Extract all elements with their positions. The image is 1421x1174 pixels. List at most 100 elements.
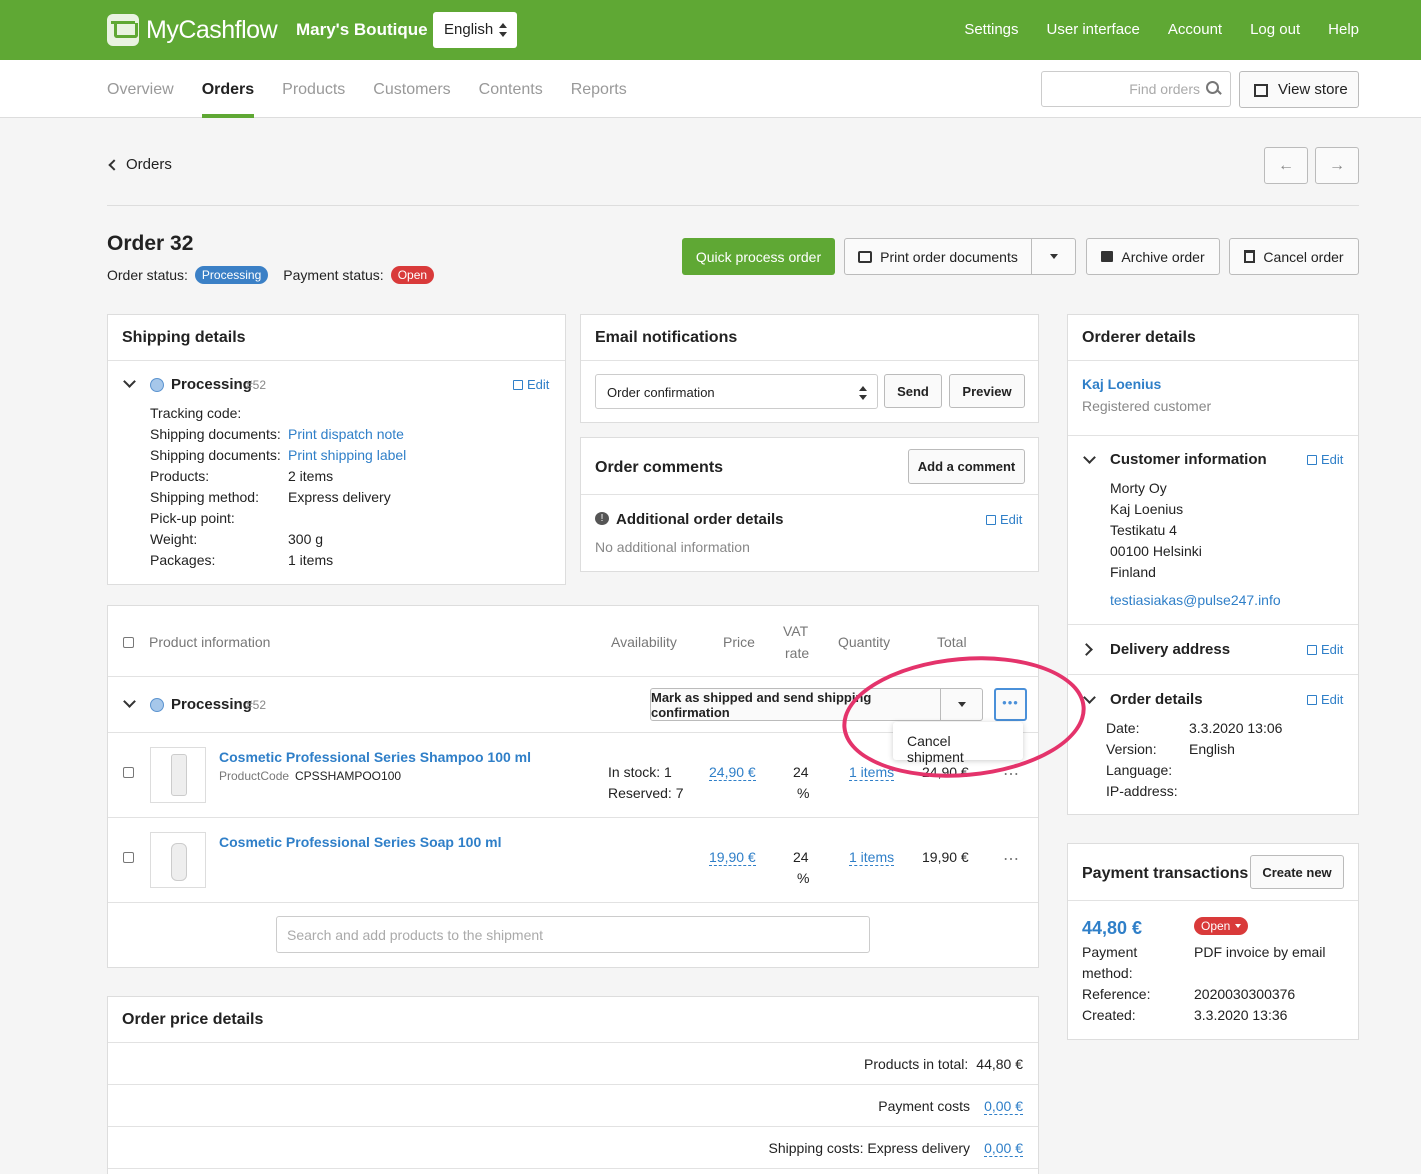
nav-account[interactable]: Account bbox=[1168, 21, 1222, 38]
print-documents-dropdown[interactable] bbox=[1031, 238, 1076, 275]
ip-address-label: IP-address: bbox=[1106, 783, 1178, 799]
edit-icon bbox=[1307, 454, 1317, 465]
tab-overview[interactable]: Overview bbox=[107, 60, 174, 118]
row-checkbox[interactable] bbox=[123, 767, 134, 778]
preview-button[interactable]: Preview bbox=[949, 374, 1025, 408]
tracking-label: Tracking code: bbox=[150, 405, 242, 421]
find-orders-input[interactable] bbox=[1050, 81, 1200, 97]
price-link[interactable]: 24,90 € bbox=[709, 764, 756, 781]
customer-email-link[interactable]: testiasiakas@pulse247.info bbox=[1110, 592, 1281, 608]
trash-icon bbox=[1244, 250, 1256, 263]
address-line: Testikatu 4 bbox=[1110, 522, 1177, 538]
mark-shipped-button[interactable]: Mark as shipped and send shipping confir… bbox=[650, 688, 941, 721]
chevron-right-icon[interactable] bbox=[1080, 643, 1093, 656]
add-comment-button[interactable]: Add a comment bbox=[908, 449, 1025, 484]
create-new-button[interactable]: Create new bbox=[1250, 855, 1344, 889]
edit-additional-details-link[interactable]: Edit bbox=[986, 512, 1022, 527]
packages-label: Packages: bbox=[150, 552, 216, 568]
main-nav: Overview Orders Products Customers Conte… bbox=[0, 60, 1421, 118]
row-more-icon[interactable]: ⋯ bbox=[1003, 849, 1020, 869]
chevron-down-icon[interactable] bbox=[123, 375, 136, 388]
logo[interactable]: MyCashflow bbox=[107, 14, 278, 46]
payment-status-dropdown[interactable]: Open bbox=[1194, 917, 1249, 935]
cancel-shipment-menu-item[interactable]: Cancel shipment bbox=[893, 722, 1023, 765]
chevron-down-icon[interactable] bbox=[1083, 451, 1096, 464]
top-nav: Settings User interface Account Log out … bbox=[964, 21, 1359, 38]
shipment-state: Processing bbox=[171, 696, 252, 713]
shipping-costs-link[interactable]: 0,00 € bbox=[984, 1140, 1023, 1157]
shipping-method-label: Shipping method: bbox=[150, 489, 259, 505]
reference-value: 2020030300376 bbox=[1194, 986, 1296, 1002]
shipment-id: #52 bbox=[246, 698, 267, 712]
shipping-method-value: Express delivery bbox=[288, 489, 391, 505]
chevron-down-icon[interactable] bbox=[1083, 691, 1096, 704]
select-all-checkbox[interactable] bbox=[123, 637, 134, 648]
edit-order-details-link[interactable]: Edit bbox=[1307, 692, 1343, 707]
nav-user-interface[interactable]: User interface bbox=[1047, 21, 1140, 38]
payment-status-value: Open bbox=[1201, 919, 1231, 933]
print-documents-button[interactable]: Print order documents bbox=[844, 238, 1032, 275]
vat-value: 24 bbox=[793, 849, 809, 865]
add-product-search-input[interactable] bbox=[276, 916, 870, 953]
view-store-button[interactable]: View store bbox=[1239, 71, 1359, 108]
customer-name-link[interactable]: Kaj Loenius bbox=[1082, 376, 1161, 392]
shipping-costs-row: Shipping costs: Express delivery 0,00 € bbox=[769, 1140, 1023, 1157]
product-name-link[interactable]: Cosmetic Professional Series Soap 100 ml bbox=[219, 834, 501, 850]
cancel-order-button[interactable]: Cancel order bbox=[1229, 238, 1359, 275]
select-arrows-icon bbox=[859, 386, 867, 400]
next-order-button[interactable]: → bbox=[1315, 147, 1359, 184]
payment-costs-link[interactable]: 0,00 € bbox=[984, 1098, 1023, 1115]
divider bbox=[107, 205, 1359, 206]
payment-costs-row: Payment costs 0,00 € bbox=[878, 1098, 1023, 1115]
chevron-left-icon bbox=[108, 158, 120, 171]
edit-shipping-link[interactable]: Edit bbox=[513, 377, 549, 392]
language-select[interactable]: English bbox=[433, 12, 517, 48]
mark-shipped-dropdown[interactable] bbox=[940, 688, 983, 721]
shipment-products-card: Product information Availability Price V… bbox=[107, 605, 1039, 968]
back-to-orders-link[interactable]: Orders bbox=[107, 156, 172, 173]
row-total: 19,90 € bbox=[922, 849, 969, 865]
row-more-icon[interactable]: ⋯ bbox=[1003, 764, 1020, 784]
nav-help[interactable]: Help bbox=[1328, 21, 1359, 38]
chevron-down-icon[interactable] bbox=[123, 695, 136, 708]
archive-order-button[interactable]: Archive order bbox=[1086, 238, 1220, 275]
edit-customer-info-link[interactable]: Edit bbox=[1307, 452, 1343, 467]
view-store-label: View store bbox=[1278, 81, 1348, 98]
price-link[interactable]: 19,90 € bbox=[709, 849, 756, 866]
search-icon[interactable] bbox=[1206, 81, 1221, 96]
notification-select[interactable]: Order confirmation bbox=[595, 374, 878, 409]
tab-orders[interactable]: Orders bbox=[201, 60, 255, 118]
product-name-link[interactable]: Cosmetic Professional Series Shampoo 100… bbox=[219, 749, 531, 765]
shipping-details-card: Shipping details Processing #52 Edit Tra… bbox=[107, 314, 566, 585]
quantity-link[interactable]: 1 items bbox=[849, 849, 895, 866]
delivery-address-title[interactable]: Delivery address bbox=[1110, 641, 1230, 658]
tab-customers[interactable]: Customers bbox=[373, 60, 450, 118]
payment-costs-label: Payment costs bbox=[878, 1098, 971, 1114]
weight-label: Weight: bbox=[150, 531, 198, 547]
row-checkbox[interactable] bbox=[123, 852, 134, 863]
quantity-link[interactable]: 1 items bbox=[849, 764, 895, 781]
previous-order-button[interactable]: ← bbox=[1264, 147, 1308, 184]
bottle-icon bbox=[171, 754, 187, 796]
tab-reports[interactable]: Reports bbox=[571, 60, 627, 118]
nav-log-out[interactable]: Log out bbox=[1250, 21, 1300, 38]
in-stock: In stock: 1 bbox=[608, 764, 672, 780]
created-label: Created: bbox=[1082, 1007, 1136, 1023]
divider bbox=[108, 360, 565, 361]
shipment-more-button[interactable]: ••• bbox=[994, 688, 1027, 721]
back-label: Orders bbox=[126, 156, 172, 173]
vat-value: 24 bbox=[793, 764, 809, 780]
archive-order-label: Archive order bbox=[1121, 248, 1205, 265]
divider bbox=[108, 676, 1038, 677]
product-image bbox=[150, 832, 206, 888]
tab-contents[interactable]: Contents bbox=[479, 60, 543, 118]
caret-down-icon bbox=[1049, 254, 1058, 259]
divider bbox=[1068, 360, 1358, 361]
quick-process-button[interactable]: Quick process order bbox=[682, 238, 835, 275]
nav-settings[interactable]: Settings bbox=[964, 21, 1018, 38]
edit-delivery-address-link[interactable]: Edit bbox=[1307, 642, 1343, 657]
print-dispatch-note-link[interactable]: Print dispatch note bbox=[288, 424, 404, 445]
send-button[interactable]: Send bbox=[884, 374, 942, 408]
print-shipping-label-link[interactable]: Print shipping label bbox=[288, 445, 406, 466]
tab-products[interactable]: Products bbox=[282, 60, 345, 118]
